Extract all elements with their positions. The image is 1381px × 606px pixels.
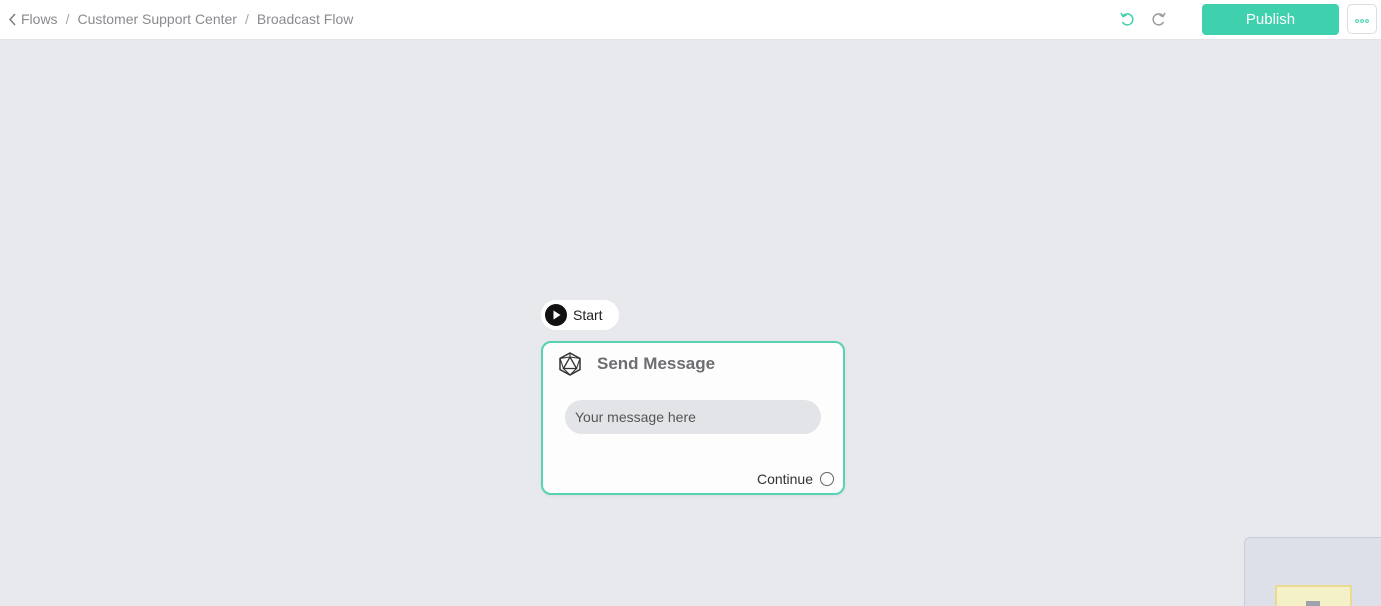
minimap[interactable]: [1244, 537, 1381, 606]
breadcrumb: Flows / Customer Support Center / Broadc…: [8, 11, 353, 27]
send-message-node[interactable]: Send Message Your message here Continue: [541, 341, 845, 495]
history-controls: [1118, 10, 1168, 28]
breadcrumb-separator: /: [244, 11, 249, 27]
continue-connector-port[interactable]: [820, 472, 834, 486]
message-input[interactable]: Your message here: [565, 400, 821, 434]
start-label: Start: [573, 307, 603, 323]
node-header: Send Message: [557, 351, 715, 377]
redo-icon[interactable]: [1150, 10, 1168, 28]
breadcrumb-back-link[interactable]: Flows: [8, 11, 58, 27]
breadcrumb-item-broadcast-flow: Broadcast Flow: [256, 11, 354, 27]
minimap-node-marker: [1306, 601, 1320, 606]
breadcrumb-item-flows[interactable]: Flows: [21, 11, 58, 27]
start-node[interactable]: Start: [541, 300, 619, 330]
continue-label: Continue: [756, 471, 813, 487]
breadcrumb-separator: /: [65, 11, 70, 27]
node-title: Send Message: [597, 354, 716, 373]
hexagon-box-icon: [557, 351, 583, 377]
publish-button[interactable]: Publish: [1202, 4, 1339, 35]
flow-canvas[interactable]: [0, 41, 1381, 606]
undo-icon[interactable]: [1118, 10, 1136, 28]
more-options-button[interactable]: [1347, 4, 1377, 34]
chevron-left-icon: [8, 13, 17, 26]
continue-output: Continue: [757, 471, 834, 487]
play-icon: [545, 304, 567, 326]
more-horizontal-icon: [1355, 10, 1369, 28]
top-bar: Flows / Customer Support Center / Broadc…: [0, 0, 1381, 40]
breadcrumb-item-customer-support-center[interactable]: Customer Support Center: [77, 11, 237, 27]
